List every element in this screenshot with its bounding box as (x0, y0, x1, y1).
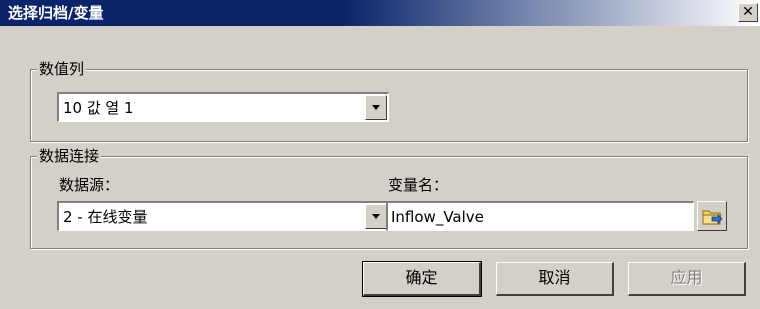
data-source-combo-value: 2 - 在线变量 (63, 208, 148, 226)
data-link-group: 数据连接 数据源： 2 - 在线变量 变量名： Inflow_Valve (30, 146, 748, 249)
tag-name-label: 变量名： (388, 176, 449, 194)
value-column-combo[interactable]: 10 값 열 1 (57, 92, 389, 122)
cancel-button[interactable]: 取消 (496, 262, 614, 296)
window-title: 选择归档/变量 (8, 4, 104, 22)
data-source-combo[interactable]: 2 - 在线变量 (57, 201, 389, 231)
value-column-dropdown-button[interactable] (365, 95, 387, 120)
value-column-group-label: 数值列 (37, 59, 87, 79)
close-icon: ✕ (742, 4, 754, 20)
folder-browse-icon (702, 210, 723, 225)
chevron-down-icon (372, 214, 380, 219)
tag-name-input[interactable]: Inflow_Valve (386, 201, 694, 231)
dialog-body: 数值列 10 값 열 1 数据连接 数据源： 2 - 在线变量 变量名： Inf… (0, 26, 760, 309)
title-bar[interactable]: 选择归档/变量 ✕ (0, 0, 760, 26)
close-button[interactable]: ✕ (738, 3, 758, 22)
data-link-group-label: 数据连接 (37, 146, 102, 166)
data-source-dropdown-button[interactable] (365, 204, 387, 229)
tag-name-input-value: Inflow_Valve (391, 208, 484, 226)
value-column-group: 数值列 10 값 열 1 (30, 59, 748, 142)
chevron-down-icon (372, 105, 380, 110)
apply-button[interactable]: 应用 (628, 262, 746, 296)
data-source-label: 数据源： (59, 176, 120, 194)
value-column-combo-value: 10 값 열 1 (63, 99, 134, 117)
select-archive-variable-dialog: 选择归档/变量 ✕ 数值列 10 값 열 1 数据连接 数据源： 2 - 在线变… (0, 0, 760, 309)
browse-tag-button[interactable] (697, 201, 727, 231)
ok-button[interactable]: 确定 (362, 261, 482, 297)
